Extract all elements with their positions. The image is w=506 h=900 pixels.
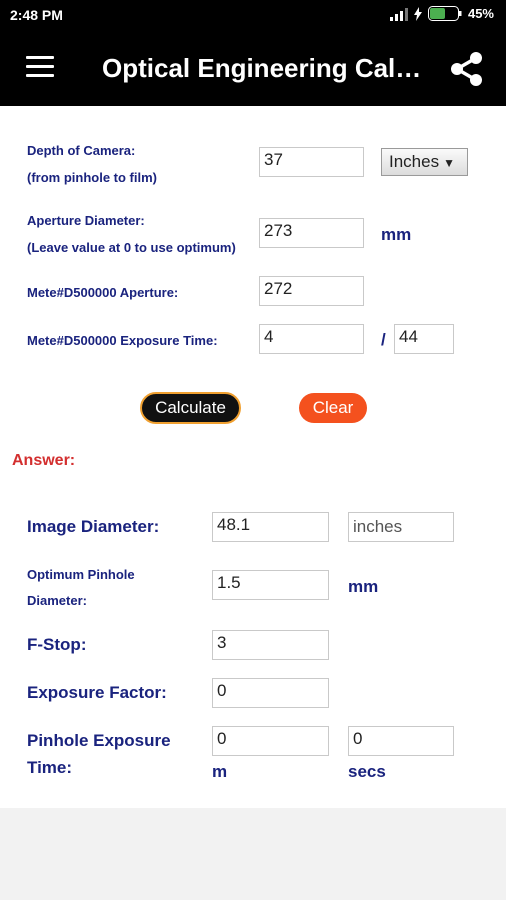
aperture-input[interactable]: 273	[259, 218, 364, 248]
meter-aperture-label: Mete#D500000 Aperture:	[27, 285, 179, 300]
calculate-button[interactable]: Calculate	[140, 392, 241, 424]
dropdown-arrow-icon: ▼	[443, 156, 455, 170]
exposure-factor-output: 0	[212, 678, 329, 708]
depth-sublabel: (from pinhole to film)	[27, 170, 157, 185]
fstop-output: 3	[212, 630, 329, 660]
exposure-slash: /	[381, 330, 386, 349]
pinhole-minutes-output: 0	[212, 726, 329, 756]
optimum-pinhole-sublabel: Diameter:	[27, 593, 87, 608]
status-bar: 2:48 PM 45%	[0, 0, 506, 30]
status-time: 2:48 PM	[10, 7, 63, 23]
battery-icon	[427, 6, 462, 21]
pinhole-seconds-output: 0	[348, 726, 454, 756]
status-icons: 45%	[389, 6, 494, 21]
optimum-pinhole-unit: mm	[348, 577, 379, 596]
meter-aperture-input[interactable]: 272	[259, 276, 364, 306]
app-toolbar: Optical Engineering Cal…	[0, 30, 506, 106]
battery-percent: 45%	[467, 6, 494, 21]
clear-button[interactable]: Clear	[299, 393, 367, 423]
seconds-unit: secs	[348, 762, 386, 781]
signal-icon	[389, 7, 408, 21]
exposure-numerator-input[interactable]: 4	[259, 324, 364, 354]
image-diameter-output: 48.1	[212, 512, 329, 542]
aperture-sublabel: (Leave value at 0 to use optimum)	[27, 240, 236, 255]
pinhole-exposure-sublabel: Time:	[27, 758, 73, 777]
aperture-label: Aperture Diameter:	[27, 213, 145, 228]
meter-exposure-label: Mete#D500000 Exposure Time:	[27, 333, 218, 348]
depth-label: Depth of Camera:	[27, 143, 136, 158]
unit-select-value: Inches	[389, 152, 440, 171]
aperture-unit: mm	[381, 225, 412, 244]
pinhole-exposure-label: Pinhole Exposure	[27, 731, 171, 750]
fstop-label: F-Stop:	[27, 635, 87, 654]
exposure-denominator-input[interactable]: 44	[394, 324, 454, 354]
share-icon[interactable]	[448, 50, 486, 88]
answer-heading: Answer:	[12, 452, 76, 469]
hamburger-menu-icon[interactable]	[26, 56, 54, 78]
calculator-form: Depth of Camera: (from pinhole to film) …	[0, 106, 506, 808]
minutes-unit: m	[212, 762, 228, 781]
image-diameter-unit: inches	[348, 512, 454, 542]
unit-select[interactable]: Inches ▼	[381, 148, 468, 176]
charging-icon	[413, 6, 422, 21]
image-diameter-label: Image Diameter:	[27, 517, 160, 536]
exposure-factor-label: Exposure Factor:	[27, 683, 167, 702]
optimum-pinhole-output: 1.5	[212, 570, 329, 600]
app-title: Optical Engineering Cal…	[102, 53, 422, 83]
optimum-pinhole-label: Optimum Pinhole	[27, 567, 135, 582]
depth-input[interactable]: 37	[259, 147, 364, 177]
